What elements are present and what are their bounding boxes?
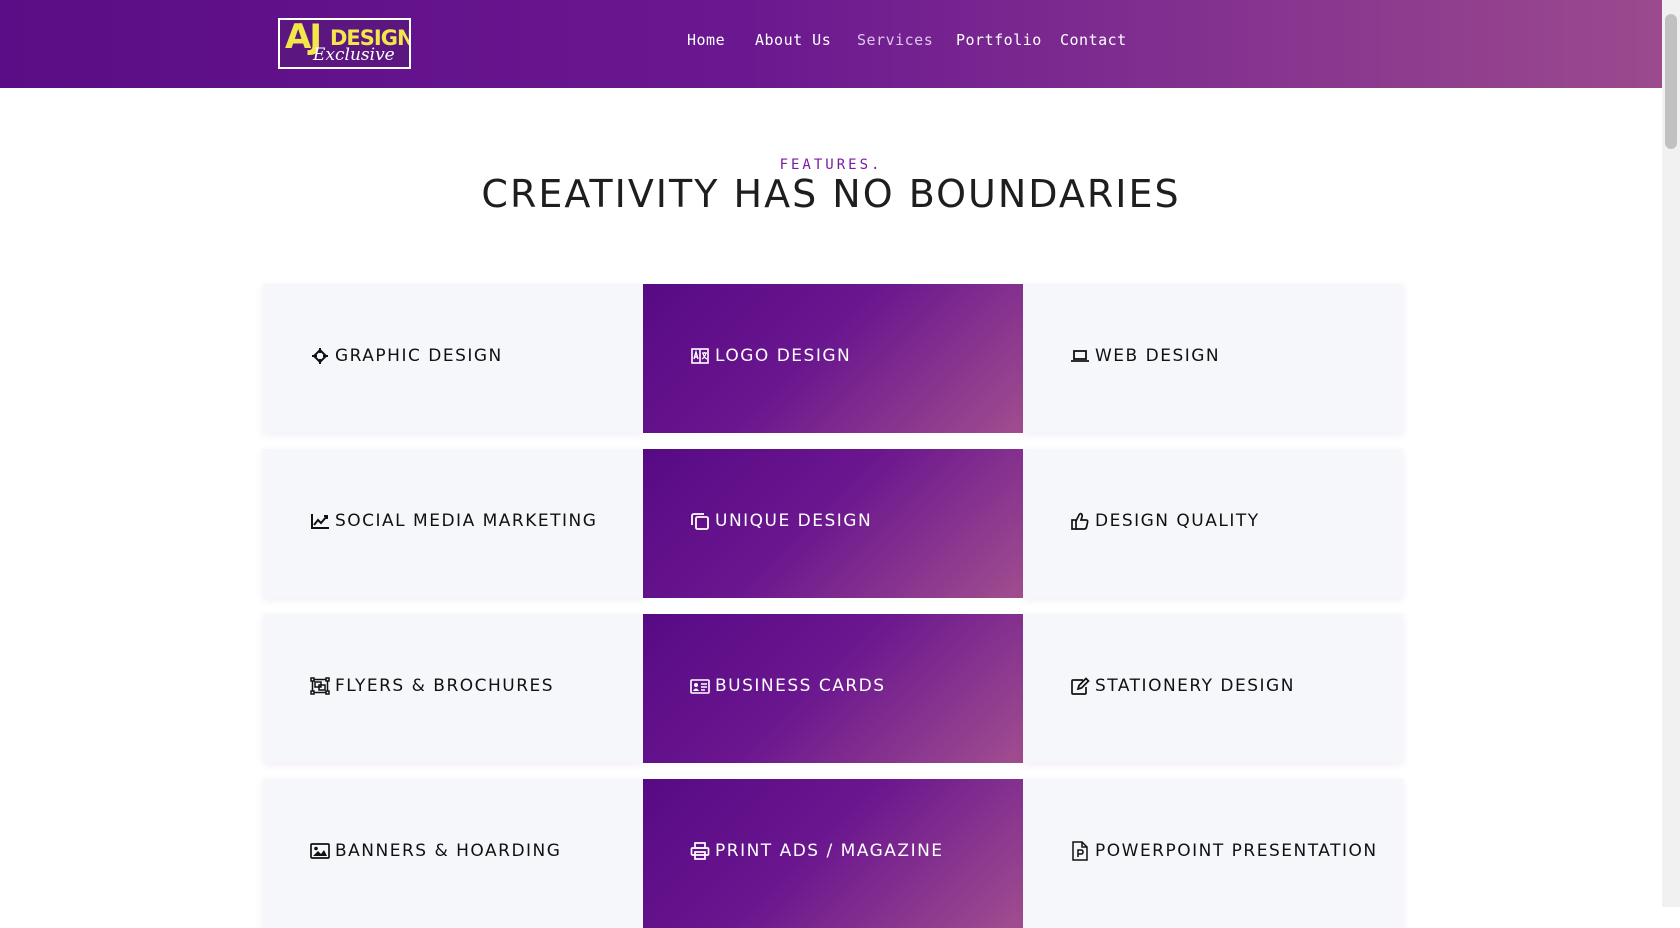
service-label: GRAPHIC DESIGN [335,346,503,366]
logo-tagline: Exclusive [313,45,395,65]
service-label: BANNERS & HOARDING [335,841,562,861]
service-card-stationery-design[interactable]: STATIONERY DESIGN [1023,614,1403,763]
translate-icon [690,346,710,366]
thumbs-up-icon [1070,511,1090,531]
service-card-banners-hoarding[interactable]: BANNERS & HOARDING [263,779,643,928]
service-label: STATIONERY DESIGN [1095,676,1295,696]
scrollbar-thumb[interactable] [1665,14,1677,149]
id-card-icon [690,676,710,696]
service-card-design-quality[interactable]: DESIGN QUALITY [1023,449,1403,598]
nav-home[interactable]: Home [687,31,725,49]
service-label: FLYERS & BROCHURES [335,676,555,696]
powerpoint-file-icon [1070,841,1090,861]
service-card-business-cards[interactable]: BUSINESS CARDS [643,614,1023,763]
nav-services[interactable]: Services [857,31,933,49]
service-card-logo-design[interactable]: LOGO DESIGN [643,284,1023,433]
site-logo[interactable]: AJ DESIGN Exclusive [278,18,411,69]
edit-icon [1070,676,1090,696]
service-card-social-media-marketing[interactable]: SOCIAL MEDIA MARKETING [263,449,643,598]
object-group-icon [310,676,330,696]
nav-portfolio[interactable]: Portfolio [956,31,1042,49]
service-card-unique-design[interactable]: UNIQUE DESIGN [643,449,1023,598]
copy-icon [690,511,710,531]
print-icon [690,841,710,861]
service-label: BUSINESS CARDS [715,676,886,696]
nav-contact[interactable]: Contact [1060,31,1127,49]
site-header: AJ DESIGN Exclusive Home About Us Servic… [0,0,1662,88]
service-label: DESIGN QUALITY [1095,511,1260,531]
service-card-flyers-brochures[interactable]: FLYERS & BROCHURES [263,614,643,763]
service-label: LOGO DESIGN [715,346,852,366]
service-card-powerpoint-presentation[interactable]: POWERPOINT PRESENTATION [1023,779,1403,928]
laptop-icon [1070,346,1090,366]
section-title: CREATIVITY HAS NO BOUNDARIES [481,172,1181,216]
section-eyebrow: FEATURES. [779,157,883,173]
nav-about-us[interactable]: About Us [755,31,831,49]
service-card-print-ads-magazine[interactable]: PRINT ADS / MAGAZINE [643,779,1023,928]
service-label: POWERPOINT PRESENTATION [1095,841,1378,861]
service-label: PRINT ADS / MAGAZINE [715,841,944,861]
crosshair-icon [310,346,330,366]
service-card-web-design[interactable]: WEB DESIGN [1023,284,1403,433]
service-label: WEB DESIGN [1095,346,1221,366]
page-scrollbar[interactable] [1662,0,1680,907]
service-card-graphic-design[interactable]: GRAPHIC DESIGN [263,284,643,433]
service-label: SOCIAL MEDIA MARKETING [335,511,598,531]
line-chart-icon [310,511,330,531]
image-icon [310,841,330,861]
service-label: UNIQUE DESIGN [715,511,873,531]
